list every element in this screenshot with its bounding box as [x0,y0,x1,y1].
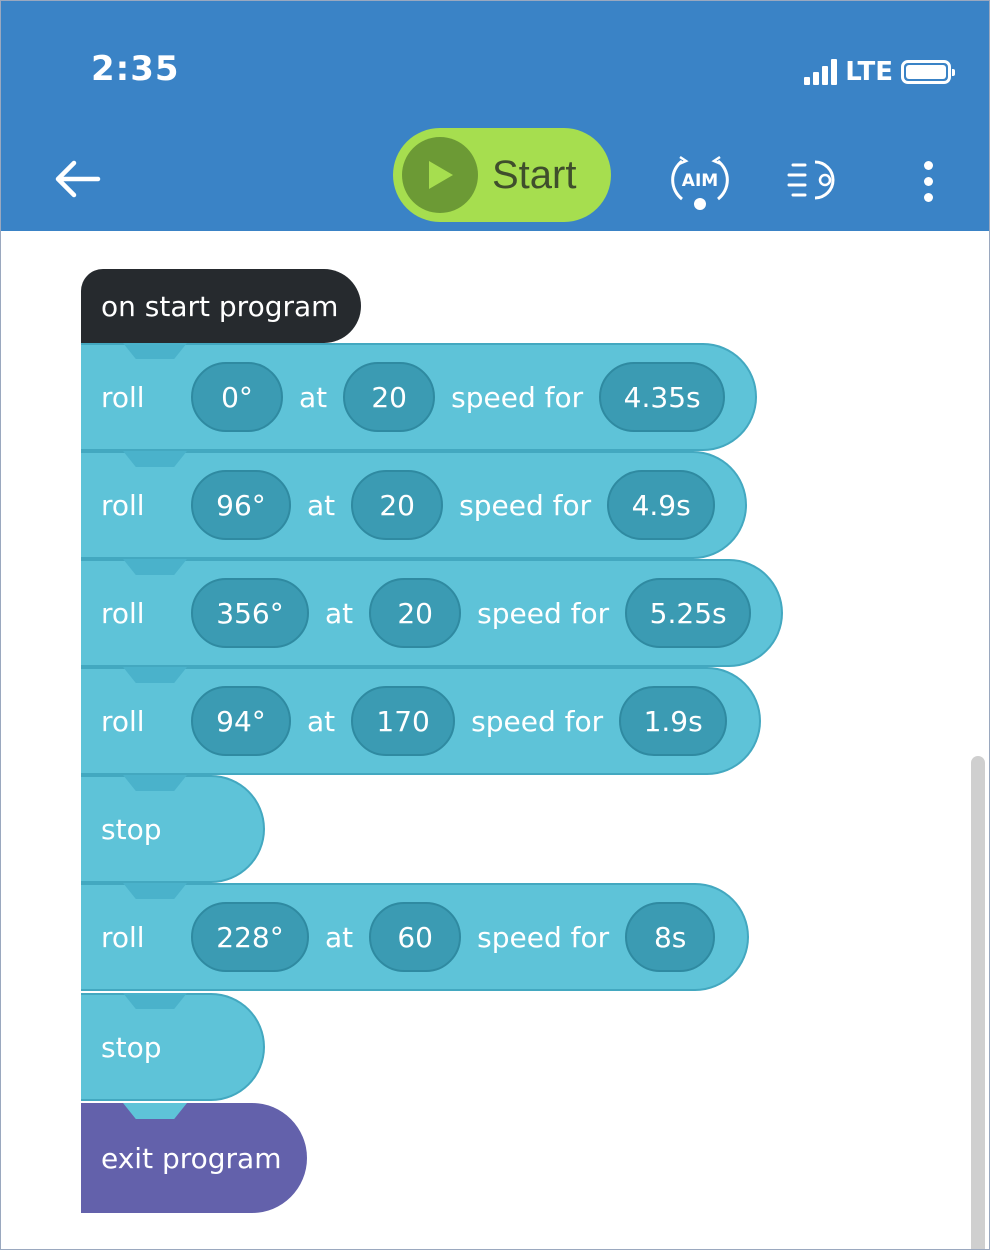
roll-keyword: roll [101,704,145,738]
stop-block[interactable]: stop [81,775,265,883]
back-button[interactable] [49,151,105,207]
duration-input[interactable]: 5.25s [625,578,752,648]
roll-block[interactable]: roll 228° at 60 speed for 8s [81,883,749,991]
roll-keyword: roll [101,920,145,954]
at-label: at [299,380,328,414]
block-notch [123,775,187,791]
at-label: at [307,488,336,522]
block-notch [123,559,187,575]
battery-icon [901,60,955,84]
roll-keyword: roll [101,596,145,630]
speed-for-label: speed for [477,920,610,954]
program-canvas[interactable]: on start program roll 0° at 20 speed for… [1,231,989,1249]
duration-input[interactable]: 4.35s [599,362,726,432]
at-label: at [325,920,354,954]
block-notch [123,883,187,899]
back-arrow-icon [55,160,101,198]
roll-keyword: roll [101,380,145,414]
stop-keyword: stop [101,1030,162,1064]
duration-input[interactable]: 8s [625,902,716,972]
on-start-label: on start program [101,289,339,323]
speed-input[interactable]: 20 [369,578,462,648]
stop-block[interactable]: stop [81,993,265,1101]
roll-block[interactable]: roll 94° at 170 speed for 1.9s [81,667,761,775]
more-vertical-icon[interactable] [913,153,943,209]
app-header: 2:35 LTE Start AIM [1,1,989,231]
speed-for-label: speed for [471,704,604,738]
exit-label: exit program [101,1141,282,1175]
block-notch [123,667,187,683]
speed-for-label: speed for [477,596,610,630]
play-icon [402,137,478,213]
speed-button[interactable] [785,151,847,211]
heading-input[interactable]: 94° [191,686,291,756]
heading-input[interactable]: 96° [191,470,291,540]
start-button[interactable]: Start [393,128,611,222]
speed-icon [787,160,835,200]
status-time: 2:35 [91,49,180,89]
block-notch [123,1103,187,1119]
speed-input[interactable]: 170 [351,686,456,756]
vertical-scrollbar[interactable] [971,756,985,1249]
status-indicators: LTE [804,55,955,89]
speed-input[interactable]: 20 [343,362,436,432]
on-start-block[interactable]: on start program [81,269,361,343]
block-notch [123,993,187,1009]
block-notch [123,343,187,359]
aim-button[interactable]: AIM [667,151,733,211]
block-notch [123,451,187,467]
app-frame: 2:35 LTE Start AIM on start program roll… [0,0,990,1250]
at-label: at [325,596,354,630]
roll-block[interactable]: roll 356° at 20 speed for 5.25s [81,559,783,667]
exit-program-block[interactable]: exit program [81,1103,307,1213]
speed-for-label: speed for [459,488,592,522]
speed-input[interactable]: 60 [369,902,462,972]
aim-icon: AIM [671,155,729,210]
roll-block[interactable]: roll 96° at 20 speed for 4.9s [81,451,747,559]
at-label: at [307,704,336,738]
signal-icon [804,59,838,85]
speed-for-label: speed for [451,380,584,414]
stop-keyword: stop [101,812,162,846]
speed-input[interactable]: 20 [351,470,444,540]
heading-input[interactable]: 0° [191,362,283,432]
heading-input[interactable]: 356° [191,578,309,648]
roll-block[interactable]: roll 0° at 20 speed for 4.35s [81,343,757,451]
heading-input[interactable]: 228° [191,902,309,972]
svg-text:AIM: AIM [682,171,718,191]
roll-keyword: roll [101,488,145,522]
duration-input[interactable]: 4.9s [607,470,716,540]
duration-input[interactable]: 1.9s [619,686,728,756]
start-label: Start [492,152,577,197]
network-label: LTE [845,57,893,87]
